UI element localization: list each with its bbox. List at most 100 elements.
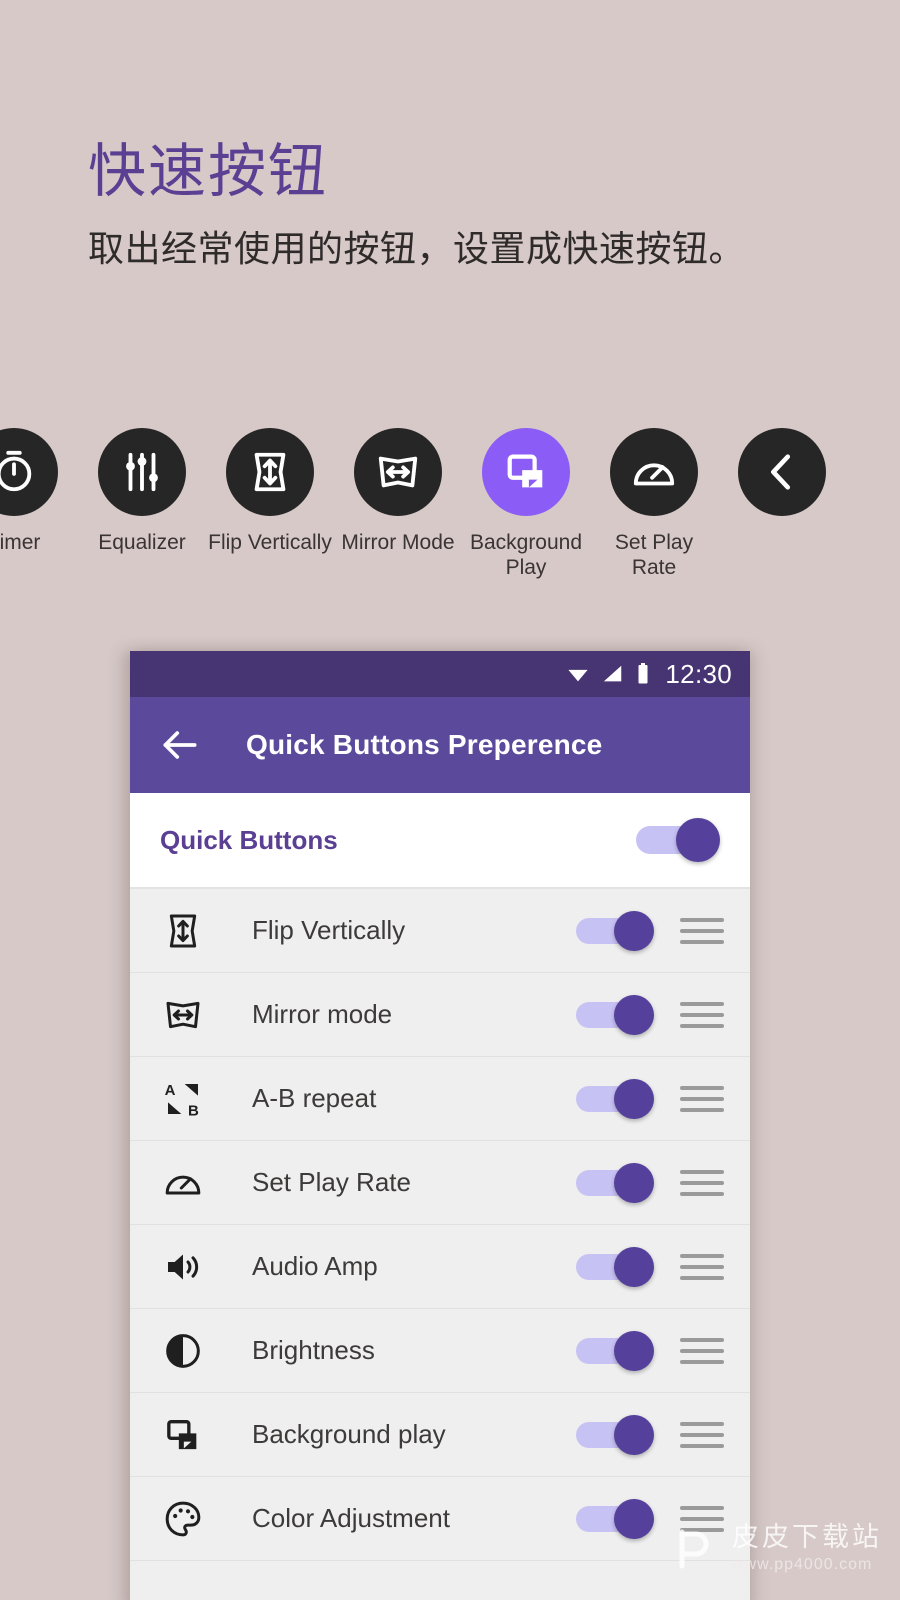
list-item-switch[interactable] [576,1246,654,1287]
list-item[interactable]: Audio Amp [130,1225,750,1309]
equalizer-icon [126,452,158,492]
list-item[interactable]: Color Adjustment [130,1477,750,1561]
background-play-icon-circle[interactable] [482,428,570,516]
promo-header: 快速按钮 取出经常使用的按钮，设置成快速按钮。 [88,140,848,271]
carousel-item-label: Equalizer [98,531,186,554]
list-item-label: Color Adjustment [252,1503,450,1533]
timer-icon-circle[interactable] [0,428,58,516]
list-item-label: Background play [252,1419,446,1449]
color-adjustment-icon [165,1501,201,1536]
list-item-switch[interactable] [576,994,654,1035]
mirror-mode-icon-wrap [160,992,206,1038]
quick-buttons-list: Flip Vertically Mirror mode A B A-B repe… [130,889,750,1561]
list-item-switch[interactable] [576,1162,654,1203]
carousel-item-label: Flip Vertically [208,531,332,554]
list-item-label: Brightness [252,1335,375,1365]
list-item[interactable]: Flip Vertically [130,889,750,973]
page-title: 快速按钮 [88,139,329,204]
switch-thumb [614,1078,654,1119]
battery-icon [638,663,648,684]
carousel-item-label: Mirror Mode [341,531,455,554]
background-play-icon [507,454,543,488]
set-play-rate-icon [165,1175,201,1194]
background-play-icon-wrap [160,1412,206,1458]
list-item[interactable]: Background play [130,1393,750,1477]
quick-buttons-master-row[interactable]: Quick Buttons [130,793,750,889]
carousel-item-timer[interactable]: Timer [0,428,78,555]
chevron-left-icon [771,454,791,490]
set-play-rate-icon [633,463,675,486]
brightness-icon-wrap [160,1328,206,1374]
signal-icon [604,665,622,682]
equalizer-icon-circle[interactable] [98,428,186,516]
list-item[interactable]: Mirror mode [130,973,750,1057]
set-play-rate-icon-wrap [160,1160,206,1206]
page-subtitle: 取出经常使用的按钮，设置成快速按钮。 [88,227,746,269]
audio-amp-icon [168,1254,199,1279]
watermark-name: 皮皮下载站 [732,1521,882,1552]
drag-handle-icon[interactable] [680,1169,724,1196]
audio-amp-icon-wrap [160,1244,206,1290]
switch-thumb [614,1162,654,1203]
carousel-item-set-play-rate[interactable]: Set Play Rate [590,428,718,580]
carousel-item-label: Timer [0,531,41,554]
quick-buttons-master-switch[interactable] [636,818,720,862]
list-item-switch[interactable] [576,1330,654,1371]
list-item-switch[interactable] [576,910,654,951]
status-bar: 12:30 [130,651,750,697]
flip-vertically-icon-circle[interactable] [226,428,314,516]
svg-text:B: B [188,1102,199,1118]
carousel-item-label: Set Play Rate [614,531,694,580]
drag-handle-icon[interactable] [680,1085,724,1112]
drag-handle-icon[interactable] [680,1253,724,1280]
list-item-label: Mirror mode [252,999,393,1029]
list-item-switch[interactable] [576,1078,654,1119]
mirror-mode-icon [166,1001,200,1028]
drag-handle-icon[interactable] [680,1337,724,1364]
list-item[interactable]: A B A-B repeat [130,1057,750,1141]
watermark-texts: 皮皮下载站 www.pp4000.com [732,1522,882,1574]
switch-thumb [614,1330,654,1371]
switch-thumb [614,1414,654,1455]
quick-button-carousel[interactable]: Timer Equalizer Flip Vertically [0,428,900,580]
wifi-icon [568,669,589,682]
ab-repeat-icon-wrap: A B [160,1076,206,1122]
brightness-icon [166,1333,200,1368]
flip-vertically-icon [254,452,286,492]
chevron-left-icon-circle[interactable] [738,428,826,516]
drag-handle-icon[interactable] [680,1001,724,1028]
carousel-item-back[interactable] [718,428,846,530]
flip-vertically-icon [169,914,197,947]
list-item-label: Set Play Rate [252,1167,411,1197]
switch-thumb [614,1246,654,1287]
arrow-left-icon [163,731,197,759]
back-button[interactable] [158,723,202,767]
list-item[interactable]: Brightness [130,1309,750,1393]
background-play-icon [167,1419,197,1449]
carousel-item-label: Background Play [469,531,583,580]
drag-handle-icon[interactable] [680,917,724,944]
list-item-label: A-B repeat [252,1083,377,1113]
drag-handle-icon[interactable] [680,1505,724,1532]
quick-buttons-master-label: Quick Buttons [160,824,338,855]
list-item-switch[interactable] [576,1414,654,1455]
list-item-switch[interactable] [576,1498,654,1539]
list-item[interactable]: Set Play Rate [130,1141,750,1225]
set-play-rate-icon-circle[interactable] [610,428,698,516]
drag-handle-icon[interactable] [680,1421,724,1448]
svg-text:A: A [165,1081,176,1098]
timer-icon [0,450,32,492]
mirror-mode-icon-circle[interactable] [354,428,442,516]
carousel-item-background-play[interactable]: Background Play [462,428,590,580]
carousel-item-flip-vertically[interactable]: Flip Vertically [206,428,334,555]
carousel-item-mirror-mode[interactable]: Mirror Mode [334,428,462,555]
phone-mockup: 12:30 Quick Buttons Preperence Quick But… [130,651,750,1600]
list-item-label: Audio Amp [252,1251,378,1281]
list-item-label: Flip Vertically [252,915,406,945]
carousel-item-equalizer[interactable]: Equalizer [78,428,206,555]
status-bar-time: 12:30 [665,658,732,689]
color-adjustment-icon-wrap [160,1496,206,1542]
app-bar-title: Quick Buttons Preperence [246,729,603,760]
switch-thumb [614,1498,654,1539]
switch-thumb [614,910,654,951]
